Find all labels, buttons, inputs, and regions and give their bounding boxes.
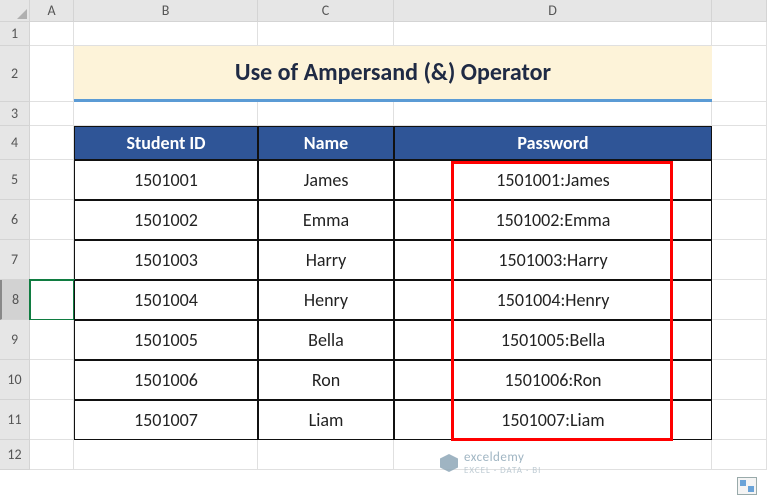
cell-d3[interactable]	[394, 102, 712, 126]
cell-c1[interactable]	[258, 22, 394, 46]
watermark-sub: EXCEL · DATA · BI	[464, 465, 541, 476]
table-header-id: Student ID	[74, 126, 258, 160]
table-cell-name[interactable]: Ron	[258, 360, 394, 400]
cell-e11[interactable]	[712, 400, 767, 440]
cell-e12[interactable]	[712, 440, 767, 470]
col-header-a[interactable]: A	[30, 0, 74, 22]
table-cell-name[interactable]: Liam	[258, 400, 394, 440]
watermark-logo-icon	[440, 454, 458, 472]
table-cell-pw[interactable]: 1501001:James	[394, 160, 712, 200]
col-header-blank[interactable]	[712, 0, 767, 22]
select-all-corner[interactable]	[0, 0, 30, 22]
table-header-password: Password	[394, 126, 712, 160]
table-cell-pw[interactable]: 1501007:Liam	[394, 400, 712, 440]
watermark: exceldemy EXCEL · DATA · BI	[440, 450, 541, 476]
cell-d1[interactable]	[394, 22, 712, 46]
cell-a10[interactable]	[30, 360, 74, 400]
spreadsheet-grid: A B C D 1 2 Use of Ampersand (&) Operato…	[0, 0, 767, 470]
cell-a9[interactable]	[30, 320, 74, 360]
cell-e8[interactable]	[712, 280, 767, 320]
table-cell-id[interactable]: 1501002	[74, 200, 258, 240]
cell-e10[interactable]	[712, 360, 767, 400]
watermark-brand: exceldemy	[464, 450, 524, 465]
table-cell-pw[interactable]: 1501005:Bella	[394, 320, 712, 360]
row-header-8[interactable]: 8	[0, 280, 30, 320]
row-header-10[interactable]: 10	[0, 360, 30, 400]
table-cell-name[interactable]: Bella	[258, 320, 394, 360]
row-header-11[interactable]: 11	[0, 400, 30, 440]
table-cell-id[interactable]: 1501006	[74, 360, 258, 400]
cell-e5[interactable]	[712, 160, 767, 200]
cell-a6[interactable]	[30, 200, 74, 240]
cell-e2[interactable]	[712, 46, 767, 102]
cell-a7[interactable]	[30, 240, 74, 280]
cell-a2[interactable]	[30, 46, 74, 102]
cell-a3[interactable]	[30, 102, 74, 126]
table-cell-pw[interactable]: 1501003:Harry	[394, 240, 712, 280]
cell-e1[interactable]	[712, 22, 767, 46]
cell-a1[interactable]	[30, 22, 74, 46]
row-header-5[interactable]: 5	[0, 160, 30, 200]
table-cell-pw[interactable]: 1501004:Henry	[394, 280, 712, 320]
page-title: Use of Ampersand (&) Operator	[74, 46, 712, 102]
cell-a12[interactable]	[30, 440, 74, 470]
cell-e6[interactable]	[712, 200, 767, 240]
col-header-d[interactable]: D	[394, 0, 712, 22]
table-cell-pw[interactable]: 1501002:Emma	[394, 200, 712, 240]
table-cell-id[interactable]: 1501001	[74, 160, 258, 200]
row-header-3[interactable]: 3	[0, 102, 30, 126]
cell-c3[interactable]	[258, 102, 394, 126]
cell-e7[interactable]	[712, 240, 767, 280]
cell-c12[interactable]	[258, 440, 394, 470]
row-header-1[interactable]: 1	[0, 22, 30, 46]
cell-e3[interactable]	[712, 102, 767, 126]
row-header-2[interactable]: 2	[0, 46, 30, 102]
table-cell-name[interactable]: Henry	[258, 280, 394, 320]
cell-a5[interactable]	[30, 160, 74, 200]
cell-e9[interactable]	[712, 320, 767, 360]
col-header-b[interactable]: B	[74, 0, 258, 22]
row-header-9[interactable]: 9	[0, 320, 30, 360]
cell-b1[interactable]	[74, 22, 258, 46]
table-header-name: Name	[258, 126, 394, 160]
col-header-c[interactable]: C	[258, 0, 394, 22]
table-cell-pw[interactable]: 1501006:Ron	[394, 360, 712, 400]
cell-b12[interactable]	[74, 440, 258, 470]
row-header-7[interactable]: 7	[0, 240, 30, 280]
table-cell-id[interactable]: 1501003	[74, 240, 258, 280]
row-header-6[interactable]: 6	[0, 200, 30, 240]
row-header-4[interactable]: 4	[0, 126, 30, 160]
page-layout-icon[interactable]	[737, 477, 757, 495]
cell-a11[interactable]	[30, 400, 74, 440]
cell-e4[interactable]	[712, 126, 767, 160]
row-header-12[interactable]: 12	[0, 440, 30, 470]
table-cell-name[interactable]: Emma	[258, 200, 394, 240]
cell-b3[interactable]	[74, 102, 258, 126]
table-cell-id[interactable]: 1501007	[74, 400, 258, 440]
cell-a8[interactable]	[30, 280, 74, 320]
table-cell-name[interactable]: Harry	[258, 240, 394, 280]
table-cell-name[interactable]: James	[258, 160, 394, 200]
cell-a4[interactable]	[30, 126, 74, 160]
table-cell-id[interactable]: 1501004	[74, 280, 258, 320]
table-cell-id[interactable]: 1501005	[74, 320, 258, 360]
